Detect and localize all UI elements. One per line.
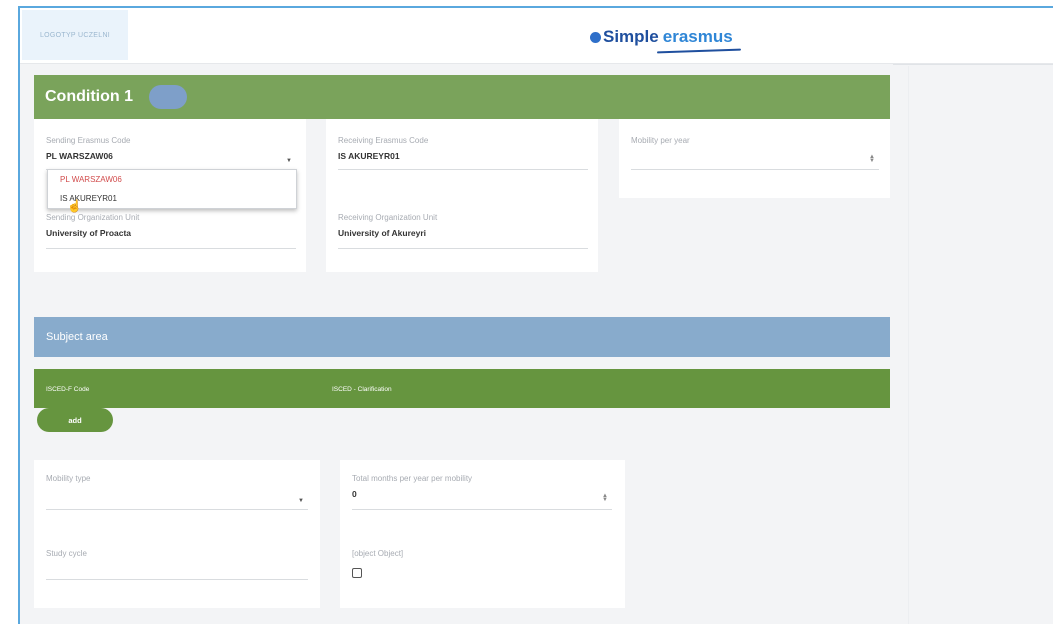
mobility-per-year-card: Mobility per year ▲ ▼ bbox=[619, 119, 890, 198]
number-stepper-icon[interactable]: ▲ ▼ bbox=[602, 493, 608, 503]
study-cycle-field[interactable]: Study cycle bbox=[46, 549, 308, 581]
isced-clarification-column: ISCED - Clarification bbox=[332, 386, 392, 393]
receiving-card: Receiving Erasmus Code IS AKUREYR01 Rece… bbox=[326, 119, 598, 272]
condition-title: Condition 1 bbox=[45, 88, 133, 105]
condition-header: Condition 1 bbox=[34, 75, 890, 119]
sending-unit-label: Sending Organization Unit bbox=[46, 213, 140, 222]
mobility-type-select[interactable]: Mobility type ▼ bbox=[46, 474, 308, 510]
brand-simple-text: Simple bbox=[603, 27, 659, 46]
logo-dot-icon bbox=[590, 31, 601, 43]
hand-cursor-icon: ☝ bbox=[67, 199, 82, 213]
chevron-down-icon: ▼ bbox=[286, 158, 292, 164]
checkbox[interactable] bbox=[352, 568, 362, 578]
study-cycle-label: Study cycle bbox=[46, 549, 87, 558]
mobility-type-card: Mobility type ▼ Study cycle bbox=[34, 460, 320, 608]
sending-code-label: Sending Erasmus Code bbox=[46, 136, 131, 145]
field-underline bbox=[46, 509, 308, 510]
total-months-label: Total months per year per mobility bbox=[352, 474, 473, 483]
sending-organization-unit-field[interactable]: Sending Organization Unit University of … bbox=[46, 213, 296, 249]
field-underline bbox=[46, 579, 308, 580]
field-underline bbox=[338, 248, 588, 249]
receiving-unit-label: Receiving Organization Unit bbox=[338, 213, 438, 222]
receiving-unit-value: University of Akureyri bbox=[338, 228, 427, 238]
chevron-down-icon: ▼ bbox=[298, 498, 304, 504]
isced-code-column: ISCED-F Code bbox=[46, 386, 90, 393]
total-months-card: Total months per year per mobility 0 ▲ ▼ … bbox=[340, 460, 625, 608]
sending-erasmus-code-select[interactable]: Sending Erasmus Code PL WARSZAW06 ▼ bbox=[46, 136, 296, 170]
total-months-value: 0 bbox=[352, 489, 357, 499]
sending-code-dropdown: PL WARSZAW06 IS AKUREYR01 bbox=[47, 169, 297, 209]
field-underline bbox=[338, 169, 588, 170]
mobility-per-year-label: Mobility per year bbox=[631, 136, 690, 145]
top-header: LOGOTYP UCZELNI Simple erasmus bbox=[20, 8, 1053, 64]
field-underline bbox=[352, 509, 612, 510]
sending-code-value: PL WARSZAW06 bbox=[46, 151, 113, 161]
object-field-label: [object Object] bbox=[352, 549, 404, 558]
receiving-erasmus-code-field[interactable]: Receiving Erasmus Code IS AKUREYR01 bbox=[338, 136, 588, 170]
isced-table-header: ISCED-F Code ISCED - Clarification bbox=[34, 369, 890, 408]
mobility-per-year-input[interactable]: Mobility per year ▲ ▼ bbox=[631, 136, 879, 170]
add-button[interactable]: add bbox=[37, 408, 113, 432]
field-underline bbox=[631, 169, 879, 170]
number-stepper-icon[interactable]: ▲ ▼ bbox=[869, 154, 875, 164]
sending-unit-value: University of Proacta bbox=[46, 228, 132, 238]
object-checkbox-field: [object Object] bbox=[352, 549, 612, 581]
subject-area-header: Subject area bbox=[34, 317, 890, 357]
total-months-input[interactable]: Total months per year per mobility 0 ▲ ▼ bbox=[352, 474, 612, 510]
app-frame: LOGOTYP UCZELNI Simple erasmus Condition… bbox=[18, 6, 1053, 624]
field-underline bbox=[46, 248, 296, 249]
mobility-type-label: Mobility type bbox=[46, 474, 91, 483]
brand-erasmus-text: erasmus bbox=[662, 27, 733, 46]
receiving-code-label: Receiving Erasmus Code bbox=[338, 136, 429, 145]
receiving-organization-unit-field[interactable]: Receiving Organization Unit University o… bbox=[338, 213, 588, 249]
university-logo-placeholder: LOGOTYP UCZELNI bbox=[22, 10, 128, 60]
simple-erasmus-logo[interactable]: Simple erasmus bbox=[590, 24, 733, 50]
header-divider bbox=[893, 64, 1053, 65]
dropdown-option[interactable]: PL WARSZAW06 bbox=[48, 170, 296, 189]
content-edge-divider bbox=[908, 66, 909, 624]
condition-toggle[interactable] bbox=[148, 85, 187, 109]
dropdown-option[interactable]: IS AKUREYR01 bbox=[48, 189, 296, 208]
receiving-code-value: IS AKUREYR01 bbox=[338, 151, 400, 161]
